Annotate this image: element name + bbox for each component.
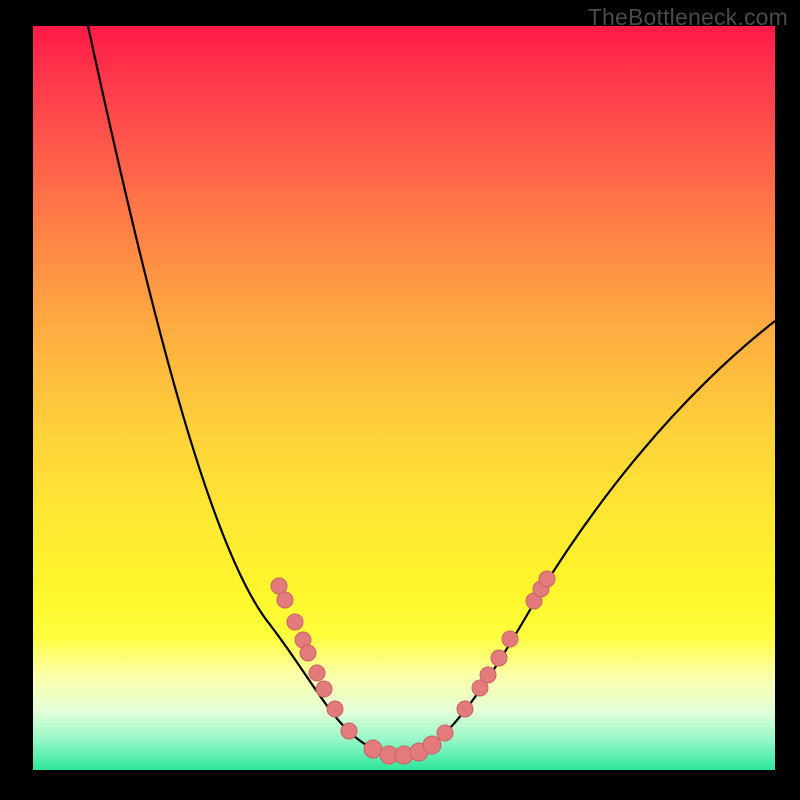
- data-marker: [300, 645, 316, 661]
- markers-group: [271, 571, 555, 764]
- data-marker: [423, 736, 441, 754]
- chart-frame: TheBottleneck.com: [0, 0, 800, 800]
- data-marker: [277, 592, 293, 608]
- data-marker: [287, 614, 303, 630]
- data-marker: [364, 740, 382, 758]
- watermark-text: TheBottleneck.com: [588, 4, 788, 31]
- plot-area: [33, 26, 775, 770]
- data-marker: [316, 681, 332, 697]
- data-marker: [480, 667, 496, 683]
- data-marker: [437, 725, 453, 741]
- data-marker: [341, 723, 357, 739]
- data-marker: [491, 650, 507, 666]
- data-marker: [502, 631, 518, 647]
- data-marker: [457, 701, 473, 717]
- data-marker: [309, 665, 325, 681]
- bottleneck-curve: [88, 26, 775, 756]
- chart-svg: [33, 26, 775, 770]
- data-marker: [539, 571, 555, 587]
- data-marker: [327, 701, 343, 717]
